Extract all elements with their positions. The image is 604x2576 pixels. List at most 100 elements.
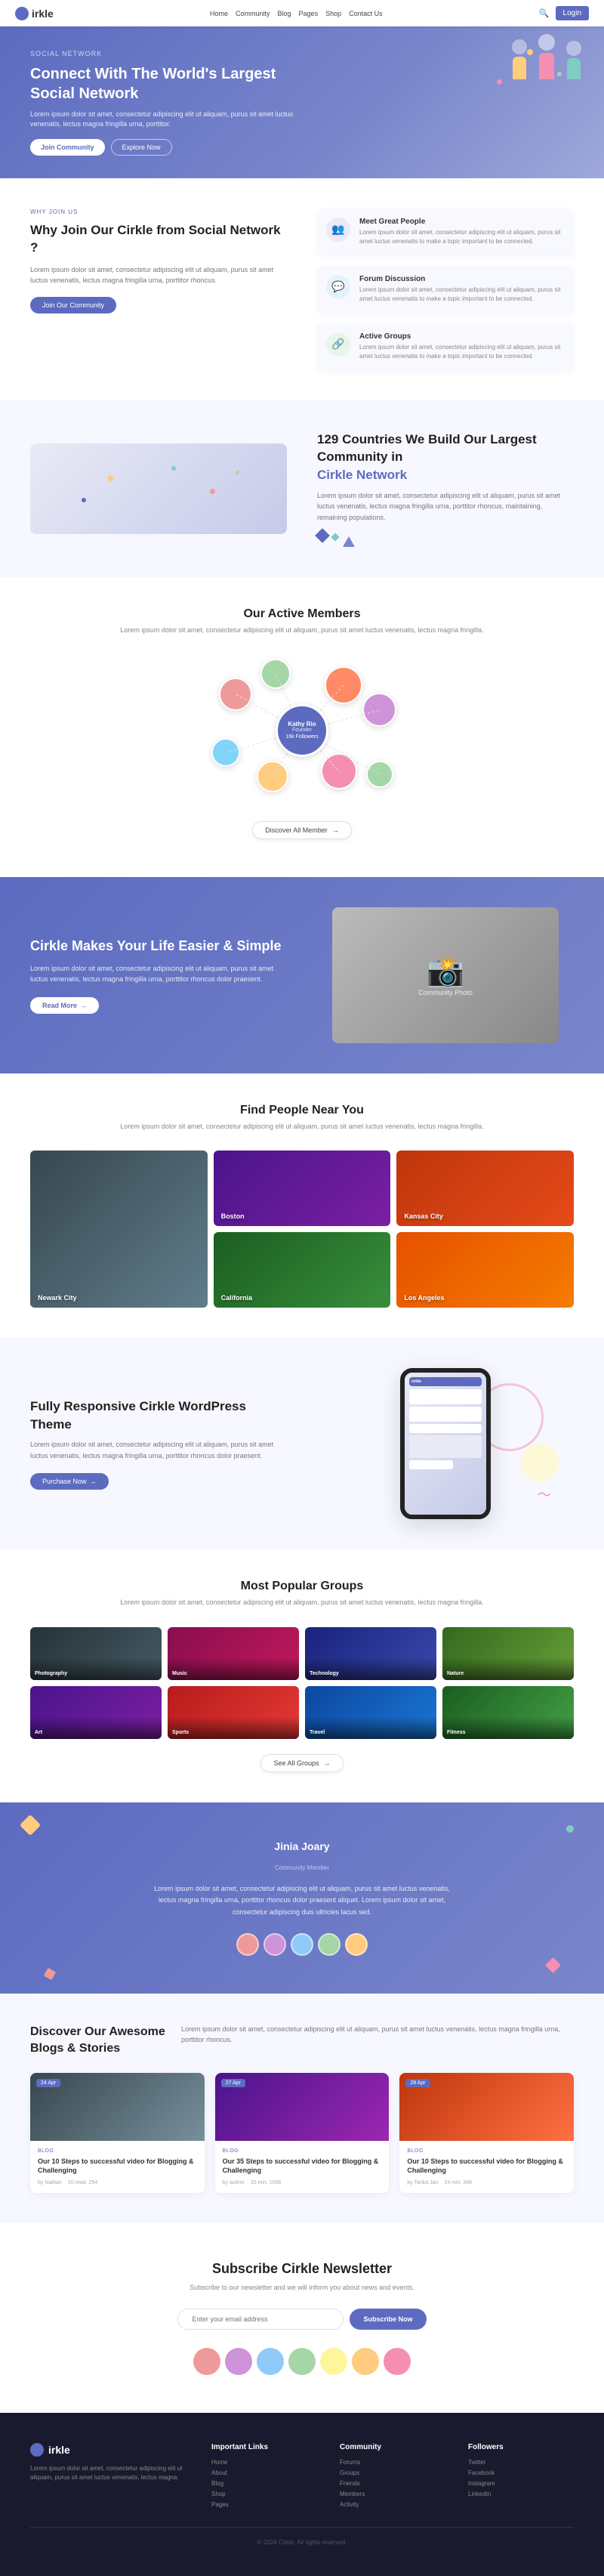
- nav-blog[interactable]: Blog: [278, 10, 291, 17]
- email-input[interactable]: [177, 2309, 344, 2330]
- footer-link-1-2[interactable]: Friends: [340, 2480, 445, 2487]
- read-more-button[interactable]: Read More →: [30, 997, 99, 1014]
- phone-screen: cirkle: [405, 1373, 486, 1515]
- blogs-section: Discover Our Awesome Blogs & Stories Lor…: [0, 1994, 604, 2223]
- hero-section: Social Network Connect With The World's …: [0, 26, 604, 178]
- footer-link-0-4[interactable]: Pages: [211, 2501, 317, 2508]
- member-avatar-6: [257, 761, 288, 792]
- footer-link-2-1[interactable]: Facebook: [468, 2469, 574, 2476]
- blog-author-1: by author: [223, 2180, 245, 2185]
- footer-link-0-1[interactable]: About: [211, 2469, 317, 2476]
- testimonial-avatars: [30, 1933, 574, 1956]
- nl-avatar-3: [257, 2348, 284, 2375]
- members-section: Our Active Members Lorem ipsum dolor sit…: [0, 577, 604, 877]
- newsletter-section: Subscribe Cirkle Newsletter Subscribe to…: [0, 2223, 604, 2413]
- testi-deco-2: [566, 1825, 574, 1833]
- blogs-title: Discover Our Awesome Blogs & Stories: [30, 2024, 166, 2058]
- city-card-california[interactable]: California: [214, 1232, 391, 1308]
- testi-avatar-1[interactable]: [236, 1933, 259, 1956]
- footer-logo: irkle: [30, 2443, 189, 2457]
- explore-button[interactable]: Explore Now: [111, 139, 172, 156]
- blog-card-2[interactable]: 28 Apr BLOG Our 10 Steps to successful v…: [399, 2073, 574, 2193]
- blog-views-0: 10 read, 254: [68, 2180, 97, 2185]
- copyright: © 2024 Cirkle. All rights reserved.: [257, 2539, 347, 2546]
- group-label-0: Photography: [35, 1671, 67, 1676]
- phone-content-1: [409, 1389, 482, 1404]
- responsive-section: Fully Responsive Cirkle WordPress Theme …: [0, 1338, 604, 1549]
- footer-link-1-0[interactable]: Forums: [340, 2459, 445, 2466]
- feature-desc-0: Lorem ipsum dolor sit amet, consectetur …: [359, 228, 565, 246]
- member-avatar-1: [219, 678, 252, 711]
- footer-link-2-0[interactable]: Twitter: [468, 2459, 574, 2466]
- footer-link-0-0[interactable]: Home: [211, 2459, 317, 2466]
- hero-buttons: Join Community Explore Now: [30, 139, 294, 156]
- group-card-0[interactable]: Photography: [30, 1627, 162, 1680]
- blog-card-0[interactable]: 24 Apr BLOG Our 10 Steps to successful v…: [30, 2073, 205, 2193]
- members-subtitle: Lorem ipsum dolor sit amet, consectetur …: [30, 625, 574, 636]
- members-cluster: Kathy Rio Founder 16k Followers: [204, 655, 400, 806]
- footer-link-2-3[interactable]: LinkedIn: [468, 2491, 574, 2497]
- testi-avatar-2[interactable]: [263, 1933, 286, 1956]
- nav-logo[interactable]: irkle: [15, 7, 54, 20]
- group-card-6[interactable]: Travel: [305, 1686, 436, 1739]
- find-people-title: Find People Near You: [30, 1104, 574, 1117]
- group-card-4[interactable]: Art: [30, 1686, 162, 1739]
- join-community-button-2[interactable]: Join Our Community: [30, 297, 116, 314]
- nav-community[interactable]: Community: [236, 10, 270, 17]
- group-card-5[interactable]: Sports: [168, 1686, 299, 1739]
- group-label-2: Technology: [310, 1671, 339, 1676]
- footer-col-title-1: Community: [340, 2443, 445, 2451]
- makes-title: Cirkle Makes Your Life Easier & Simple: [30, 937, 287, 956]
- testi-avatar-3[interactable]: [291, 1933, 313, 1956]
- group-card-7[interactable]: Fitness: [442, 1686, 574, 1739]
- group-overlay-2: [305, 1657, 436, 1680]
- testi-deco-4: [545, 1957, 561, 1973]
- footer-link-2-2[interactable]: Instagram: [468, 2480, 574, 2487]
- city-card-boston[interactable]: Boston: [214, 1151, 391, 1226]
- groups-subtitle: Lorem ipsum dolor sit amet, consectetur …: [30, 1598, 574, 1608]
- blog-views-1: 25 min, 1056: [251, 2180, 281, 2185]
- testi-avatar-4[interactable]: [318, 1933, 341, 1956]
- footer-link-0-3[interactable]: Shop: [211, 2491, 317, 2497]
- city-card-newark[interactable]: Newark City: [30, 1151, 208, 1308]
- countries-desc: Lorem ipsum dolor sit amet, consectetur …: [317, 490, 574, 523]
- footer-link-1-1[interactable]: Groups: [340, 2469, 445, 2476]
- group-card-3[interactable]: Nature: [442, 1627, 574, 1680]
- discover-all-button[interactable]: Discover All Member →: [252, 821, 352, 839]
- group-card-2[interactable]: Technology: [305, 1627, 436, 1680]
- deco-triangle: [343, 536, 355, 547]
- phone-content-2: [409, 1407, 482, 1422]
- arrow-right-icon: →: [332, 826, 339, 834]
- group-label-7: Fitness: [447, 1730, 466, 1735]
- members-title: Our Active Members: [30, 607, 574, 621]
- nav-contact[interactable]: Contact Us: [349, 10, 383, 17]
- purchase-button[interactable]: Purchase Now →: [30, 1473, 109, 1490]
- feature-card-1: 💬 Forum Discussion Lorem ipsum dolor sit…: [317, 266, 574, 313]
- blog-meta-1: by author 25 min, 1056: [223, 2180, 382, 2185]
- footer-link-1-3[interactable]: Members: [340, 2491, 445, 2497]
- find-people-header: Find People Near You Lorem ipsum dolor s…: [30, 1104, 574, 1132]
- logo-text: irkle: [32, 8, 54, 20]
- member-avatar-2: [260, 659, 291, 689]
- group-overlay-1: [168, 1657, 299, 1680]
- city-card-la[interactable]: Los Angeles: [396, 1232, 574, 1308]
- deco-wave: 〜: [538, 1484, 551, 1504]
- blog-badge-0: 24 Apr: [36, 2079, 60, 2087]
- join-community-button[interactable]: Join Community: [30, 139, 105, 156]
- see-all-groups-button[interactable]: See All Groups →: [260, 1754, 343, 1772]
- nav-shop[interactable]: Shop: [325, 10, 341, 17]
- search-icon[interactable]: 🔍: [539, 8, 550, 18]
- group-card-1[interactable]: Music: [168, 1627, 299, 1680]
- city-card-kc[interactable]: Kansas City: [396, 1151, 574, 1226]
- subscribe-button[interactable]: Subscribe Now: [350, 2309, 426, 2330]
- footer-link-1-4[interactable]: Activity: [340, 2501, 445, 2508]
- footer-link-0-2[interactable]: Blog: [211, 2480, 317, 2487]
- testi-avatar-5[interactable]: [345, 1933, 368, 1956]
- center-role: Founder: [292, 727, 312, 733]
- makes-desc: Lorem ipsum dolor sit amet, consectetur …: [30, 963, 287, 985]
- login-button[interactable]: Login: [556, 6, 589, 20]
- nav-pages[interactable]: Pages: [299, 10, 319, 17]
- phone-logo-text: cirkle: [411, 1379, 421, 1384]
- blog-card-1[interactable]: 27 Apr BLOG Our 35 Steps to successful v…: [215, 2073, 390, 2193]
- nav-home[interactable]: Home: [210, 10, 228, 17]
